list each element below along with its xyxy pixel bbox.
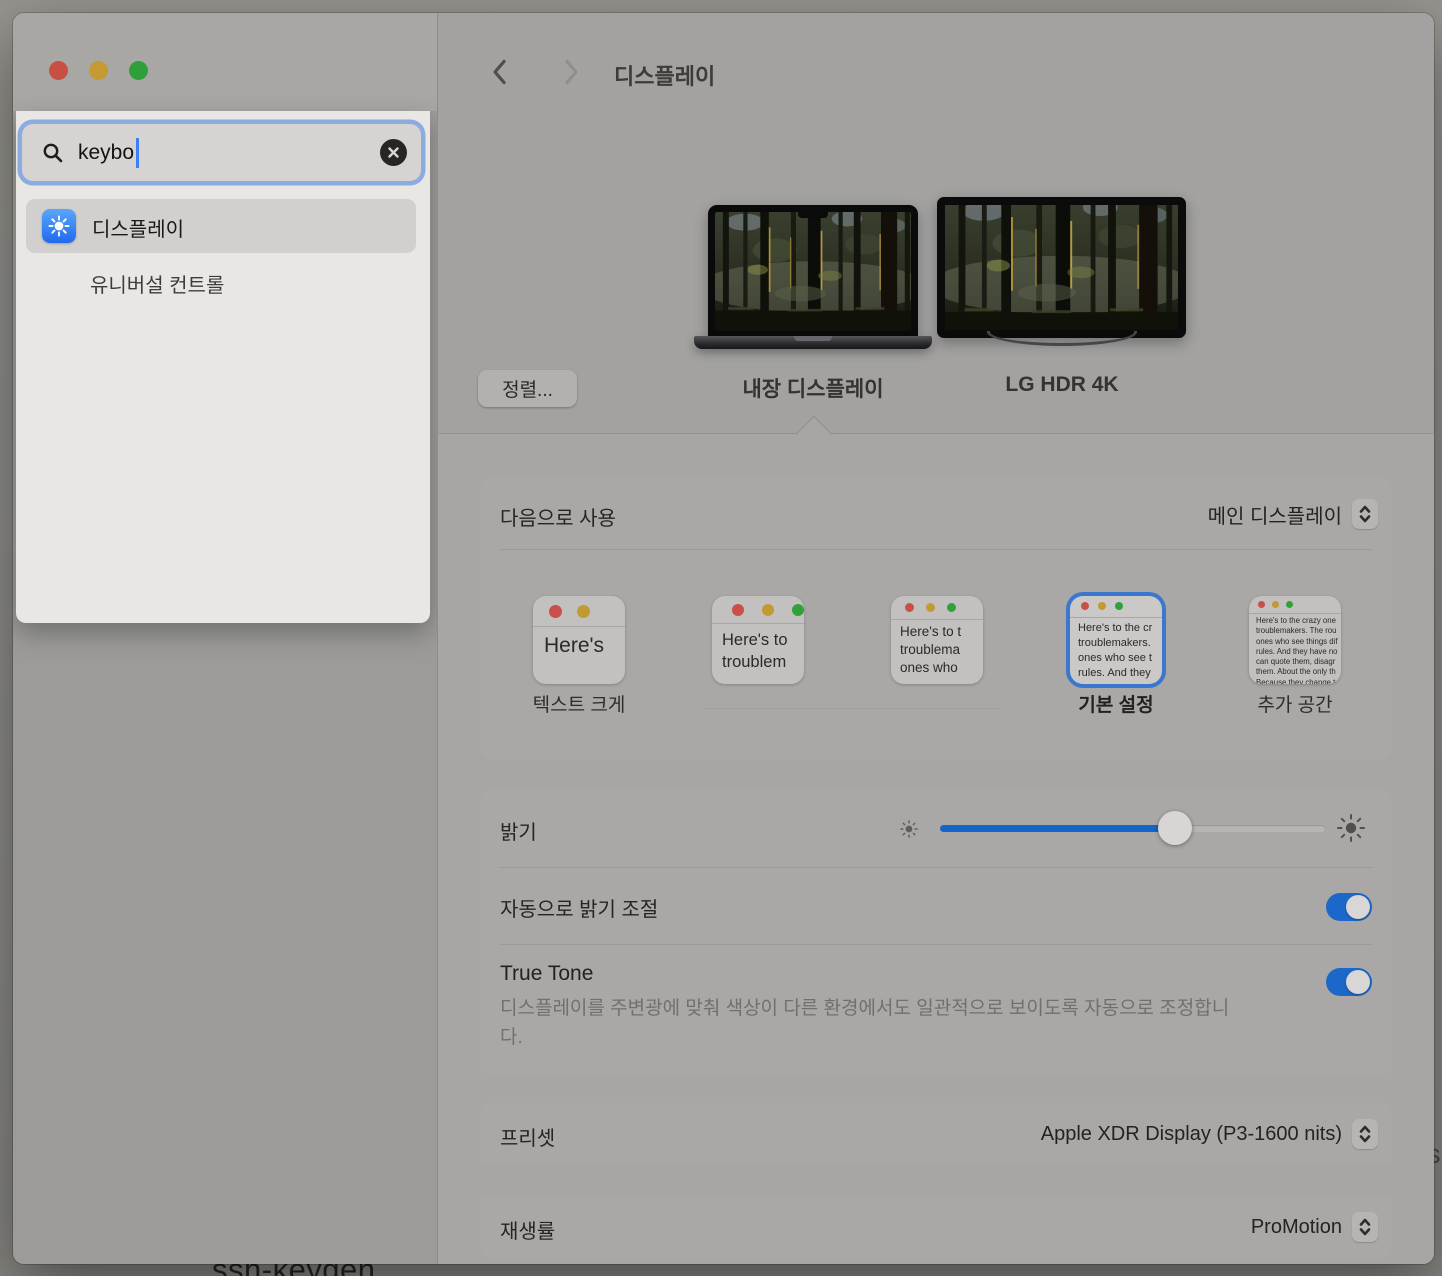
refresh-rate-dropdown[interactable]: ProMotion (1251, 1212, 1378, 1242)
chevron-up-down-icon (1352, 1212, 1378, 1242)
minimize-window-button[interactable] (89, 61, 108, 80)
page-title: 디스플레이 (614, 59, 715, 91)
preset-label: 프리셋 (500, 1122, 555, 1151)
sidebar: keybo 디스플 (13, 13, 437, 1264)
clear-search-icon[interactable] (380, 139, 407, 166)
display-settings-card: 다음으로 사용 메인 디스플레이 Here's (480, 478, 1392, 760)
scaling-label-larger-text: 텍스트 크게 (499, 690, 659, 717)
use-as-label: 다음으로 사용 (500, 502, 616, 531)
search-icon (41, 141, 65, 165)
scaling-option-more-space[interactable]: Here's to the crazy one troublemakers. T… (1249, 596, 1341, 684)
auto-brightness-toggle[interactable] (1326, 893, 1372, 921)
auto-brightness-label: 자동으로 밝기 조절 (500, 893, 658, 922)
refresh-rate-value: ProMotion (1251, 1216, 1342, 1239)
scaling-option-2[interactable]: Here's to troublem (712, 596, 804, 684)
brightness-label: 밝기 (500, 816, 537, 845)
refresh-rate-card: 재생률 ProMotion (480, 1195, 1392, 1258)
scaling-label-default: 기본 설정 (1036, 690, 1196, 717)
arrange-button[interactable]: 정렬... (478, 370, 577, 407)
scaling-option-default[interactable]: Here's to the cr troublemakers. ones who… (1070, 596, 1162, 684)
search-result-universal-control[interactable]: 유니버설 컨트롤 (90, 269, 224, 298)
brightness-slider-fill (940, 825, 1175, 832)
preset-card: 프리셋 Apple XDR Display (P3-1600 nits) (480, 1103, 1392, 1165)
external-display-thumbnail[interactable] (937, 197, 1186, 338)
builtin-display-thumbnail[interactable] (708, 205, 918, 338)
scaling-option-larger-text[interactable]: Here's (533, 596, 625, 684)
zoom-window-button[interactable] (129, 61, 148, 80)
display-brightness-icon (42, 209, 76, 243)
search-result-displays[interactable]: 디스플레이 (26, 199, 416, 253)
refresh-rate-label: 재생률 (500, 1215, 555, 1244)
true-tone-description: 디스플레이를 주변광에 맞춰 색상이 다른 환경에서도 일관적으로 보이도록 자… (500, 994, 1250, 1052)
search-input[interactable]: keybo (22, 124, 421, 181)
external-display-label: LG HDR 4K (932, 373, 1192, 397)
brightness-high-icon (1336, 813, 1366, 843)
forward-button[interactable] (554, 55, 588, 89)
use-as-value: 메인 디스플레이 (1208, 500, 1342, 529)
true-tone-label: True Tone (500, 962, 593, 986)
builtin-display-label: 내장 디스플레이 (683, 373, 943, 403)
back-button[interactable] (482, 55, 516, 89)
preset-dropdown[interactable]: Apple XDR Display (P3-1600 nits) (1041, 1119, 1378, 1149)
close-window-button[interactable] (49, 61, 68, 80)
brightness-slider[interactable] (940, 825, 1325, 832)
brightness-card: 밝기 (480, 790, 1392, 1075)
scaling-label-more-space: 추가 공간 (1215, 690, 1375, 717)
scaling-option-3[interactable]: Here's to t troublema ones who (891, 596, 983, 684)
monitor-stand (987, 331, 1137, 346)
laptop-notch (798, 211, 828, 218)
preset-value: Apple XDR Display (P3-1600 nits) (1041, 1123, 1342, 1146)
system-settings-window: keybo 디스플 (13, 13, 1434, 1264)
scaling-option-line (705, 708, 1000, 709)
use-as-dropdown[interactable]: 메인 디스플레이 (1208, 499, 1378, 529)
sidebar-toolbar (13, 13, 437, 111)
search-result-label: 디스플레이 (92, 213, 184, 242)
chevron-up-down-icon (1352, 1119, 1378, 1149)
main-content: 디스플레이 내장 디스플레이 LG HDR 4K 정렬... 다음으로 사용 메… (438, 13, 1434, 1264)
search-results-popover: keybo 디스플 (16, 111, 430, 623)
laptop-base (694, 336, 932, 349)
text-cursor (136, 138, 139, 168)
chevron-up-down-icon (1352, 499, 1378, 529)
search-input-value: keybo (78, 141, 134, 165)
brightness-low-icon (900, 820, 918, 838)
true-tone-toggle[interactable] (1326, 968, 1372, 996)
brightness-slider-knob[interactable] (1158, 811, 1192, 845)
